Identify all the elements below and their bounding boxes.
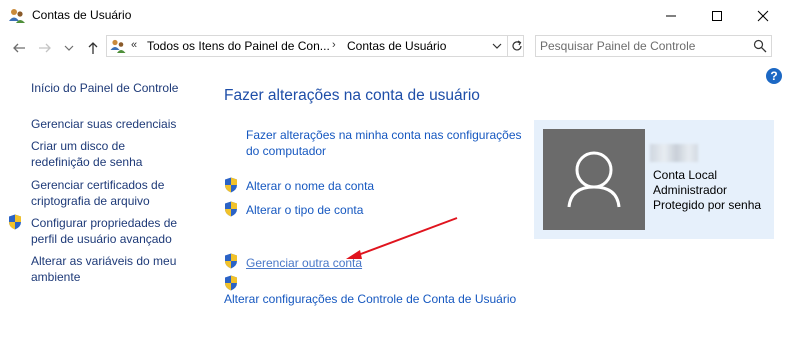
chevron-down-icon — [492, 43, 502, 49]
breadcrumb-user-accounts[interactable]: Contas de Usuário — [347, 39, 446, 53]
search-input[interactable] — [540, 38, 740, 54]
avatar — [543, 129, 645, 230]
breadcrumb-all-items[interactable]: Todos os Itens do Painel de Con... — [147, 39, 330, 53]
minimize-icon — [666, 15, 676, 17]
address-dropdown-button[interactable] — [488, 36, 506, 56]
account-protection-label: Protegido por senha — [653, 198, 762, 212]
page-title: Fazer alterações na conta de usuário — [224, 87, 480, 104]
sidebar-item-advanced-profile[interactable]: Configurar propriedades de perfil de usu… — [31, 215, 186, 247]
uac-shield-icon — [224, 253, 238, 269]
uac-shield-icon — [224, 177, 238, 193]
blurred-username — [650, 144, 698, 162]
breadcrumb-separator[interactable]: › — [332, 39, 336, 51]
breadcrumb-overflow[interactable]: « — [131, 39, 137, 51]
help-button[interactable]: ? — [766, 68, 782, 84]
uac-shield-icon — [224, 201, 238, 217]
recent-locations-button[interactable] — [60, 39, 78, 57]
maximize-icon — [712, 11, 722, 21]
sidebar-item-manage-credentials[interactable]: Gerenciar suas credenciais — [31, 116, 191, 132]
uac-shield-icon — [8, 214, 22, 230]
sidebar-item-encryption-certificates[interactable]: Gerenciar certificados de criptografia d… — [31, 177, 181, 209]
window-title: Contas de Usuário — [32, 8, 132, 22]
forward-button[interactable] — [36, 39, 54, 57]
up-arrow-icon — [88, 42, 98, 54]
uac-shield-icon — [224, 275, 238, 291]
forward-arrow-icon — [39, 43, 51, 53]
refresh-button[interactable] — [507, 36, 525, 56]
sidebar-item-password-reset-disk[interactable]: Criar um disco de redefinição de senha — [31, 138, 181, 170]
close-icon — [757, 10, 769, 22]
chevron-down-icon — [64, 45, 74, 51]
minimize-button[interactable] — [648, 0, 694, 32]
account-type-label: Conta Local — [653, 168, 718, 182]
up-button[interactable] — [84, 39, 102, 57]
sidebar-item-control-panel-home[interactable]: Início do Painel de Controle — [31, 80, 191, 96]
user-accounts-icon — [8, 7, 26, 25]
link-change-account-name[interactable]: Alterar o nome da conta — [246, 178, 374, 194]
user-silhouette-icon — [567, 151, 621, 208]
link-uac-settings[interactable]: Alterar configurações de Controle de Con… — [224, 291, 516, 307]
refresh-icon — [511, 40, 522, 51]
sidebar-item-environment-variables[interactable]: Alterar as variáveis do meu ambiente — [31, 253, 181, 285]
back-button[interactable] — [10, 39, 28, 57]
search-icon[interactable] — [753, 39, 767, 56]
link-manage-another-account[interactable]: Gerenciar outra conta — [246, 255, 362, 271]
link-change-account-type[interactable]: Alterar o tipo de conta — [246, 202, 363, 218]
control-panel-icon — [110, 38, 126, 54]
search-box[interactable] — [535, 35, 772, 57]
maximize-button[interactable] — [694, 0, 740, 32]
account-role-label: Administrador — [653, 183, 728, 197]
back-arrow-icon — [13, 43, 25, 53]
title-bar: Contas de Usuário — [0, 0, 786, 32]
link-account-settings[interactable]: Fazer alterações na minha conta nas conf… — [246, 127, 526, 159]
close-button[interactable] — [740, 0, 786, 32]
address-bar[interactable]: « Todos os Itens do Painel de Con... › C… — [106, 35, 524, 57]
